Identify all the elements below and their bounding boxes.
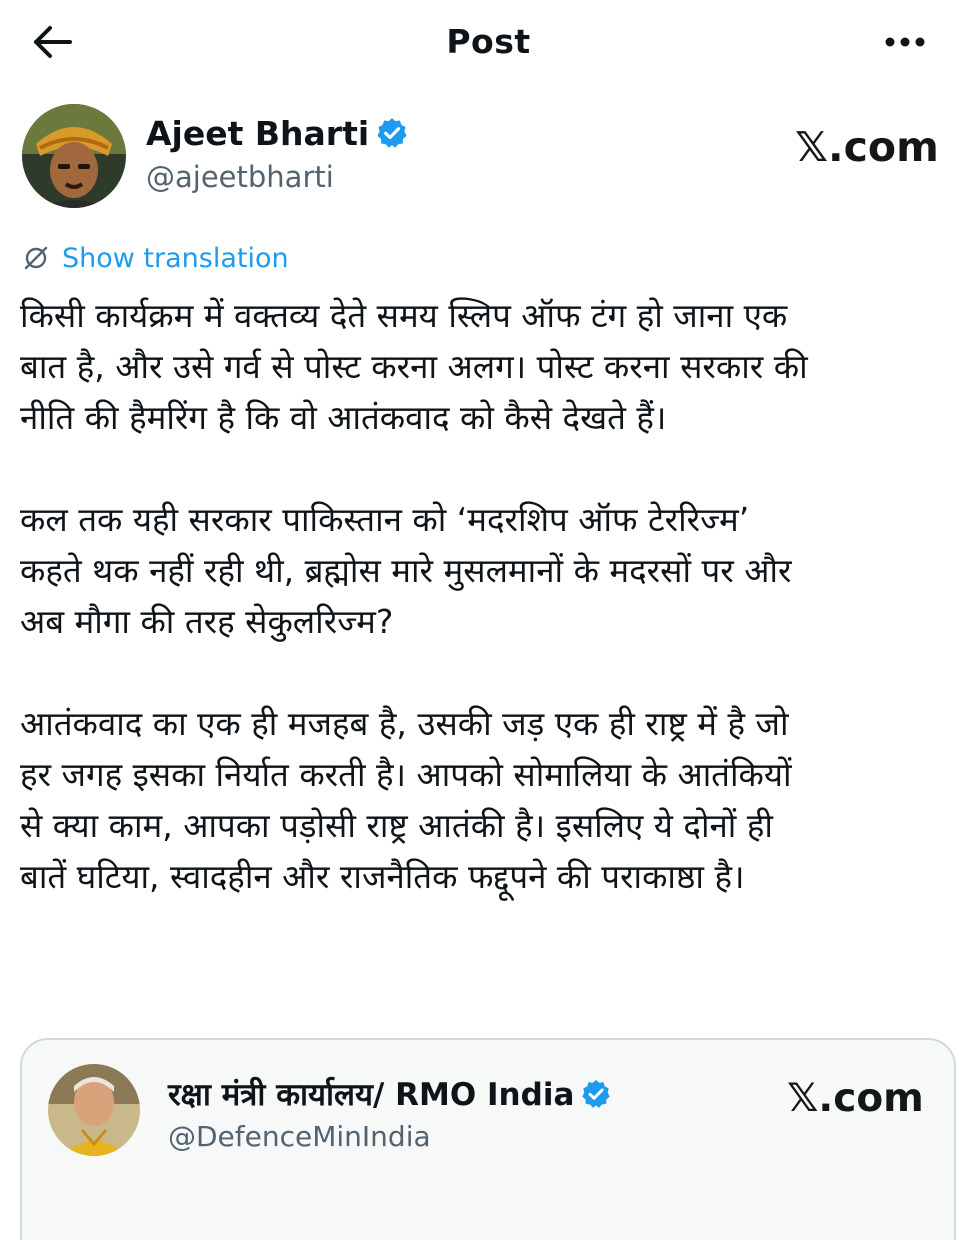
quoted-author-handle[interactable]: @DefenceMinIndia: [168, 1120, 431, 1153]
quoted-author-avatar[interactable]: [48, 1064, 140, 1156]
more-options-icon[interactable]: [880, 30, 930, 54]
author-name[interactable]: Ajeet Bharti: [146, 114, 369, 153]
quoted-author-name-row: रक्षा मंत्री कार्यालय/ RMO India: [168, 1072, 612, 1116]
x-com-watermark: 𝕏.com: [795, 123, 939, 171]
quoted-x-com-watermark: 𝕏.com: [787, 1076, 924, 1121]
verified-badge-icon: [377, 118, 407, 148]
show-translation-label: Show translation: [62, 242, 289, 274]
quoted-author-name[interactable]: रक्षा मंत्री कार्यालय/ RMO India: [168, 1073, 574, 1115]
quoted-post-card[interactable]: रक्षा मंत्री कार्यालय/ RMO India @Defenc…: [20, 1038, 956, 1240]
show-translation-link[interactable]: Show translation: [22, 238, 289, 278]
page-title: Post: [446, 22, 531, 61]
verified-badge-icon: [582, 1080, 611, 1108]
post-paragraph: कल तक यही सरकार पाकिस्तान को ‘मदरशिप ऑफ …: [20, 500, 792, 641]
translate-icon: [24, 246, 48, 270]
top-bar: Post: [0, 0, 977, 86]
post-paragraph: किसी कार्यक्रम में वक्तव्य देते समय स्लि…: [20, 296, 808, 437]
author-avatar[interactable]: [22, 104, 126, 208]
author-handle[interactable]: @ajeetbharti: [146, 160, 334, 194]
post-body: किसी कार्यक्रम में वक्तव्य देते समय स्लि…: [20, 290, 960, 953]
post-paragraph: आतंकवाद का एक ही मजहब है, उसकी जड़ एक ही…: [20, 704, 792, 896]
author-name-row: Ajeet Bharti: [146, 110, 409, 156]
